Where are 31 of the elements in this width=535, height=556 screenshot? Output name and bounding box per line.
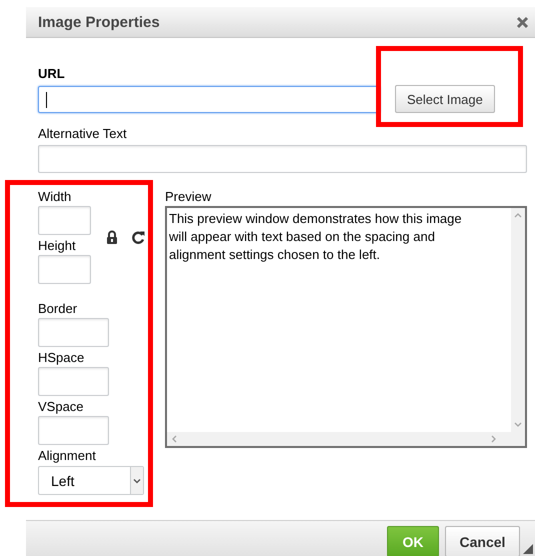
spacing-label: HSpace xyxy=(38,350,86,366)
spacing-field[interactable] xyxy=(38,416,109,445)
select-image-button[interactable]: Select Image xyxy=(395,85,495,113)
horizontal-scrollbar[interactable] xyxy=(167,432,511,446)
scroll-up-icon[interactable] xyxy=(514,212,522,218)
alignment-dropdown[interactable]: Left xyxy=(38,466,144,495)
preview-label: Preview xyxy=(165,189,212,205)
dimension-field[interactable] xyxy=(38,206,91,235)
lock-icon[interactable] xyxy=(105,230,119,244)
close-icon[interactable] xyxy=(516,16,529,28)
vertical-scrollbar[interactable] xyxy=(511,208,525,432)
scroll-left-icon[interactable] xyxy=(171,435,177,443)
scroll-right-icon[interactable] xyxy=(491,435,497,443)
reset-size-icon[interactable] xyxy=(131,230,145,244)
alternative-text-label: Alternative Text xyxy=(38,126,128,142)
spacing-field[interactable] xyxy=(38,318,109,347)
dimension-label: Height xyxy=(38,238,77,254)
alternative-text-field[interactable] xyxy=(38,145,527,173)
chevron-down-icon xyxy=(133,478,141,484)
spacing-label: VSpace xyxy=(38,399,85,415)
dialog-title: Image Properties xyxy=(38,14,160,30)
scroll-down-icon[interactable] xyxy=(514,422,522,428)
cancel-button[interactable]: Cancel xyxy=(445,526,520,556)
spacing-label: Border xyxy=(38,301,78,317)
spacing-field[interactable] xyxy=(38,367,109,396)
dimension-label: Width xyxy=(38,189,72,205)
alignment-label: Alignment xyxy=(38,448,97,464)
preview-text: This preview window demonstrates how this image will appear with text based on the spacing and alignment settings chosen to the left. xyxy=(168,210,463,264)
url-label: URL xyxy=(38,66,66,82)
dimension-field[interactable] xyxy=(38,255,91,284)
resize-grip-icon[interactable] xyxy=(523,544,533,554)
